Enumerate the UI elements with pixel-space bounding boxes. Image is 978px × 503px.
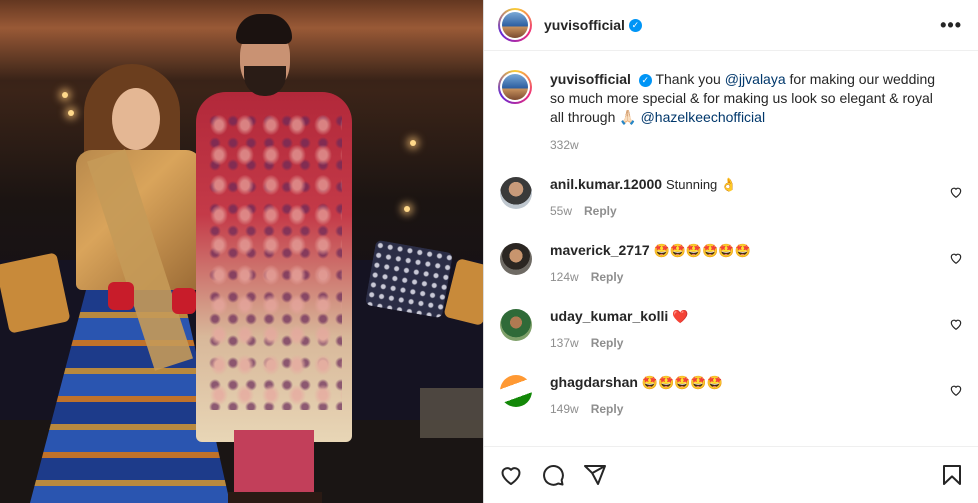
heart-icon — [501, 467, 521, 485]
post-side-panel: yuvisofficial ✓ ••• yuvisofficial ✓ Than… — [483, 0, 978, 503]
caption-age[interactable]: 332w — [550, 138, 579, 152]
like-comment-heart-icon[interactable] — [949, 317, 963, 331]
like-button[interactable] — [498, 462, 524, 488]
commenter-avatar[interactable] — [500, 243, 532, 275]
bulb — [410, 140, 416, 146]
cushion — [364, 239, 454, 319]
comment-body: uday_kumar_kolli ❤️ 137w Reply — [550, 307, 949, 352]
comment-age[interactable]: 137w — [550, 336, 579, 350]
groom-shoes — [228, 492, 322, 503]
bulb — [404, 206, 410, 212]
bride-bangles — [172, 288, 196, 314]
comment-item: ghagdarshan 🤩🤩🤩🤩🤩 149w Reply — [484, 373, 978, 439]
sherwani-pattern — [206, 110, 342, 410]
caption-meta: 332w — [550, 136, 950, 155]
commenter-username[interactable]: ghagdarshan — [550, 374, 638, 390]
comment-age[interactable]: 55w — [550, 204, 572, 218]
post-caption: yuvisofficial ✓ Thank you @jjvalaya for … — [484, 51, 978, 155]
more-options-icon[interactable]: ••• — [940, 15, 962, 36]
comment-meta: 55w Reply — [550, 202, 949, 220]
comment-age[interactable]: 124w — [550, 270, 579, 284]
caption-body: yuvisofficial ✓ Thank you @jjvalaya for … — [550, 70, 950, 155]
mention-link[interactable]: @hazelkeechofficial — [641, 109, 765, 125]
comment-meta: 124w Reply — [550, 268, 949, 286]
commenter-username[interactable]: maverick_2717 — [550, 242, 650, 258]
reply-button[interactable]: Reply — [591, 270, 624, 284]
comment-age[interactable]: 149w — [550, 402, 579, 416]
comment-text: Stunning 👌 — [665, 177, 738, 192]
verified-badge-icon: ✓ — [628, 18, 642, 32]
reply-button[interactable]: Reply — [591, 336, 624, 350]
commenter-avatar[interactable] — [500, 309, 532, 341]
comment-text: 🤩🤩🤩🤩🤩 — [641, 375, 723, 390]
bride-bangles — [108, 282, 134, 310]
share-icon — [584, 465, 606, 485]
verified-badge-icon: ✓ — [638, 73, 652, 87]
save-button[interactable] — [939, 462, 965, 488]
reply-button[interactable]: Reply — [591, 402, 624, 416]
bride-face — [112, 88, 160, 150]
caption-avatar[interactable] — [498, 70, 532, 104]
post-header: yuvisofficial ✓ ••• — [484, 0, 978, 51]
reply-button[interactable]: Reply — [584, 204, 617, 218]
like-comment-heart-icon[interactable] — [949, 251, 963, 265]
author-avatar[interactable] — [498, 8, 532, 42]
post-modal: yuvisofficial ✓ ••• yuvisofficial ✓ Than… — [0, 0, 978, 503]
comment-body: maverick_2717 🤩🤩🤩🤩🤩🤩 124w Reply — [550, 241, 949, 286]
post-actions-bar — [484, 446, 978, 503]
comment-meta: 137w Reply — [550, 334, 949, 352]
like-comment-heart-icon[interactable] — [949, 185, 963, 199]
commenter-username[interactable]: anil.kumar.12000 — [550, 176, 662, 192]
post-photo[interactable] — [0, 0, 483, 503]
comment-button[interactable] — [540, 462, 566, 488]
author-username[interactable]: yuvisofficial — [544, 17, 625, 33]
comment-icon — [543, 464, 564, 486]
share-button[interactable] — [582, 462, 608, 488]
bulb — [68, 110, 74, 116]
bulb — [62, 92, 68, 98]
bookmark-icon — [943, 465, 961, 485]
comment-item: anil.kumar.12000 Stunning 👌 55w Reply — [484, 175, 978, 241]
comment-meta: 149w Reply — [550, 400, 949, 418]
comment-item: maverick_2717 🤩🤩🤩🤩🤩🤩 124w Reply — [484, 241, 978, 307]
glass-table — [420, 388, 483, 438]
commenter-username[interactable]: uday_kumar_kolli — [550, 308, 668, 324]
like-comment-heart-icon[interactable] — [949, 383, 963, 397]
commenter-avatar[interactable] — [500, 177, 532, 209]
comment-item: uday_kumar_kolli ❤️ 137w Reply — [484, 307, 978, 373]
comment-body: ghagdarshan 🤩🤩🤩🤩🤩 149w Reply — [550, 373, 949, 418]
caption-username[interactable]: yuvisofficial — [550, 71, 631, 87]
mention-link[interactable]: @jjvalaya — [725, 71, 786, 87]
comment-text: ❤️ — [672, 309, 689, 324]
comment-body: anil.kumar.12000 Stunning 👌 55w Reply — [550, 175, 949, 220]
caption-text: Thank you — [655, 71, 725, 87]
groom-hair — [236, 14, 292, 44]
comments-list[interactable]: yuvisofficial ✓ Thank you @jjvalaya for … — [484, 51, 978, 446]
comment-text: 🤩🤩🤩🤩🤩🤩 — [653, 243, 751, 258]
commenter-avatar[interactable] — [500, 375, 532, 407]
